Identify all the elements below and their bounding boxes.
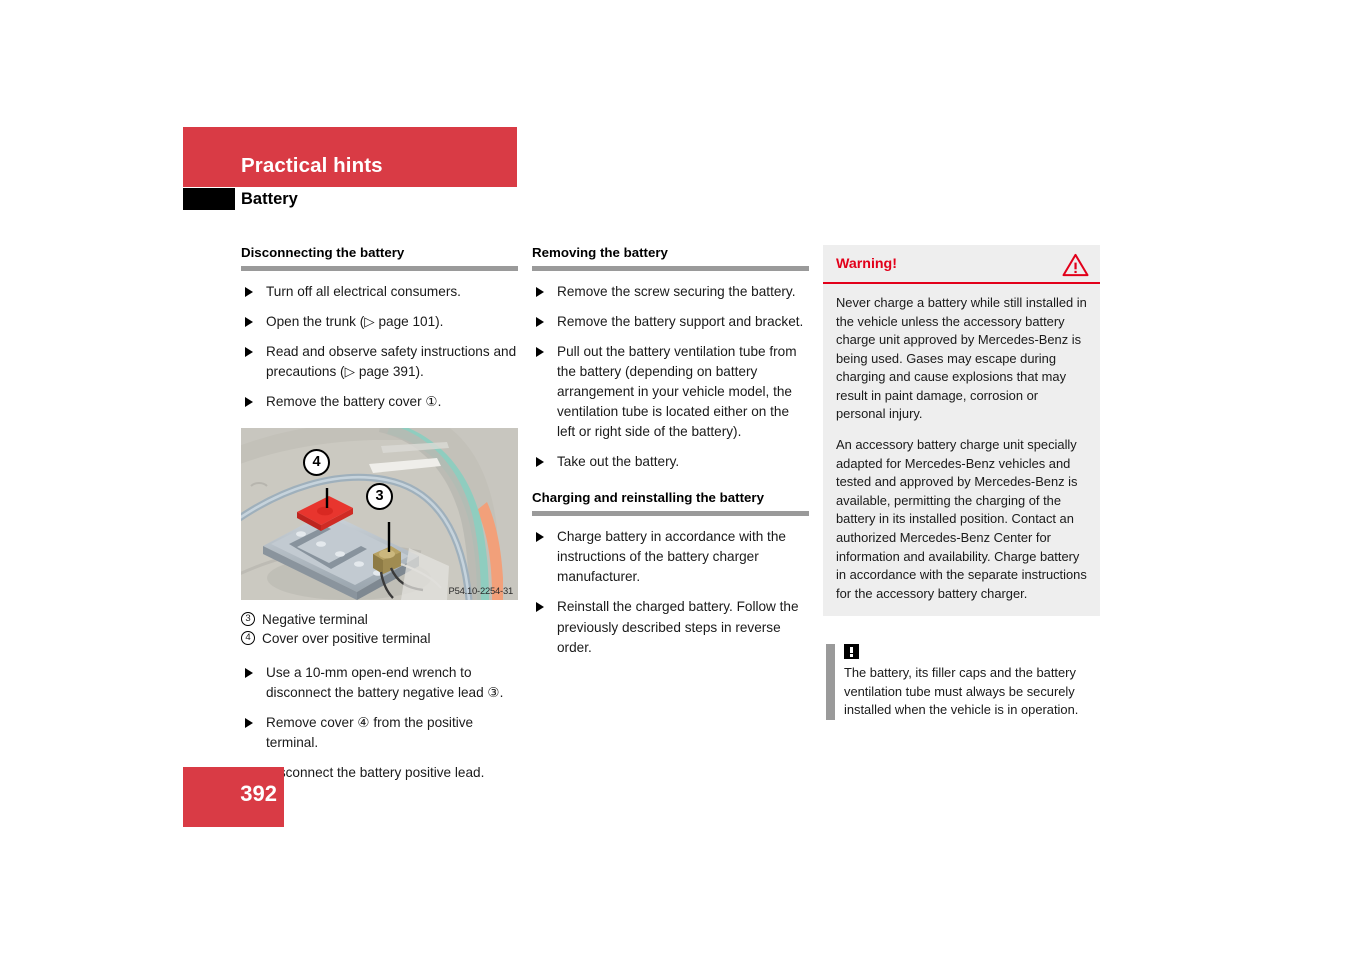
list-item: Reinstall the charged battery. Follow th… [532, 597, 809, 657]
column-middle: Removing the battery Remove the screw se… [532, 245, 809, 658]
list-item: Charge battery in accordance with the in… [532, 527, 809, 587]
note-side-bar [826, 644, 835, 720]
step-text: Remove the battery cover ①. [266, 394, 442, 410]
warning-triangle-icon [1062, 253, 1089, 277]
bullet-triangle-icon [245, 397, 253, 408]
bullet-triangle-icon [536, 286, 544, 297]
list-item: Pull out the battery ventilation tube fr… [532, 342, 809, 443]
legend-label: Negative terminal [262, 612, 368, 628]
figure-callout-4: 4 [303, 449, 330, 477]
figure-code-label: P54.10-2254-31 [448, 585, 514, 597]
legend-label: Cover over positive terminal [262, 631, 431, 647]
step-text: Charge battery in accordance with the in… [557, 529, 786, 585]
step-text: Use a 10-mm open-end wrench to disconnec… [266, 664, 504, 700]
bullet-triangle-icon [245, 286, 253, 297]
legend-item: 4 Cover over positive terminal [241, 629, 518, 648]
step-text: Open the trunk (▷ page 101). [266, 313, 444, 329]
list-item: Take out the battery. [532, 452, 809, 472]
exclamation-note-icon [844, 644, 859, 660]
figure-callout-3: 3 [366, 483, 393, 511]
battery-location-figure: 4 3 P54.10-2254-31 [241, 428, 518, 601]
steps-disconnecting: Turn off all electrical consumers. Open … [241, 282, 518, 413]
list-item: Use a 10-mm open-end wrench to disconnec… [241, 663, 518, 703]
heading-charging-and-reinstalling: Charging and reinstalling the battery [532, 490, 764, 506]
manual-page: Practical hints Battery Disconnecting th… [0, 0, 1351, 954]
list-item: Remove the screw securing the battery. [532, 282, 809, 302]
warning-paragraph: An accessory battery charge unit special… [836, 437, 1087, 601]
step-text: Take out the battery. [557, 454, 680, 470]
step-text: Remove the battery support and bracket. [557, 313, 804, 329]
warning-box-body: Never charge a battery while still insta… [823, 284, 1100, 616]
heading-rule [532, 265, 809, 271]
bullet-triangle-icon [245, 717, 253, 728]
list-item: Remove cover ④ from the positive termina… [241, 713, 518, 753]
steps-disconnecting-continued: Use a 10-mm open-end wrench to disconnec… [241, 663, 518, 784]
warning-paragraph: Never charge a battery while still insta… [836, 295, 1087, 422]
note-box: The battery, its filler caps and the bat… [823, 644, 1100, 720]
list-item: Open the trunk (▷ page 101). [241, 312, 518, 332]
bullet-triangle-icon [536, 602, 544, 613]
bullet-triangle-icon [536, 532, 544, 543]
bullet-triangle-icon [245, 316, 253, 327]
column-left: Disconnecting the battery Turn off all e… [241, 245, 518, 783]
warning-title: Warning! [836, 256, 897, 272]
list-item: Read and observe safety instructions and… [241, 342, 518, 382]
steps-removing: Remove the screw securing the battery. R… [532, 282, 809, 473]
section-marker-block [183, 188, 235, 210]
bullet-triangle-icon [536, 457, 544, 468]
legend-number: 4 [241, 631, 255, 646]
step-text: Pull out the battery ventilation tube fr… [557, 343, 797, 440]
chapter-header-banner: Practical hints [183, 127, 517, 187]
heading-rule [241, 265, 518, 271]
step-text: Remove the screw securing the battery. [557, 283, 796, 299]
heading-rule [532, 511, 809, 517]
page-number: 392 [240, 781, 277, 806]
battery-illustration [241, 428, 518, 601]
page-number-block: 392 [183, 767, 284, 827]
list-item: Remove the battery cover ①. [241, 392, 518, 412]
warning-box-header: Warning! [823, 245, 1100, 284]
step-text: Reinstall the charged battery. Follow th… [557, 599, 799, 655]
section-title: Battery [241, 190, 298, 208]
bullet-triangle-icon [536, 346, 544, 357]
column-right: Warning! Never charge a battery while st… [823, 245, 1100, 720]
list-item: Turn off all electrical consumers. [241, 282, 518, 302]
heading-removing-the-battery: Removing the battery [532, 245, 668, 260]
heading-disconnecting-the-battery: Disconnecting the battery [241, 245, 405, 260]
chapter-title: Practical hints [241, 154, 383, 177]
bullet-triangle-icon [245, 346, 253, 357]
note-text: The battery, its filler caps and the bat… [844, 665, 1079, 718]
legend-item: 3 Negative terminal [241, 610, 518, 629]
step-text: Disconnect the battery positive lead. [266, 765, 485, 781]
step-text: Turn off all electrical consumers. [266, 283, 461, 299]
step-text: Read and observe safety instructions and… [266, 343, 517, 379]
steps-charging: Charge battery in accordance with the in… [532, 527, 809, 658]
bullet-triangle-icon [245, 667, 253, 678]
warning-box: Warning! Never charge a battery while st… [823, 245, 1100, 617]
legend-number: 3 [241, 612, 255, 627]
step-text: Remove cover ④ from the positive termina… [266, 714, 474, 751]
bullet-triangle-icon [536, 316, 544, 327]
list-item: Remove the battery support and bracket. [532, 312, 809, 332]
figure-legend: 3 Negative terminal 4 Cover over positiv… [241, 610, 518, 649]
